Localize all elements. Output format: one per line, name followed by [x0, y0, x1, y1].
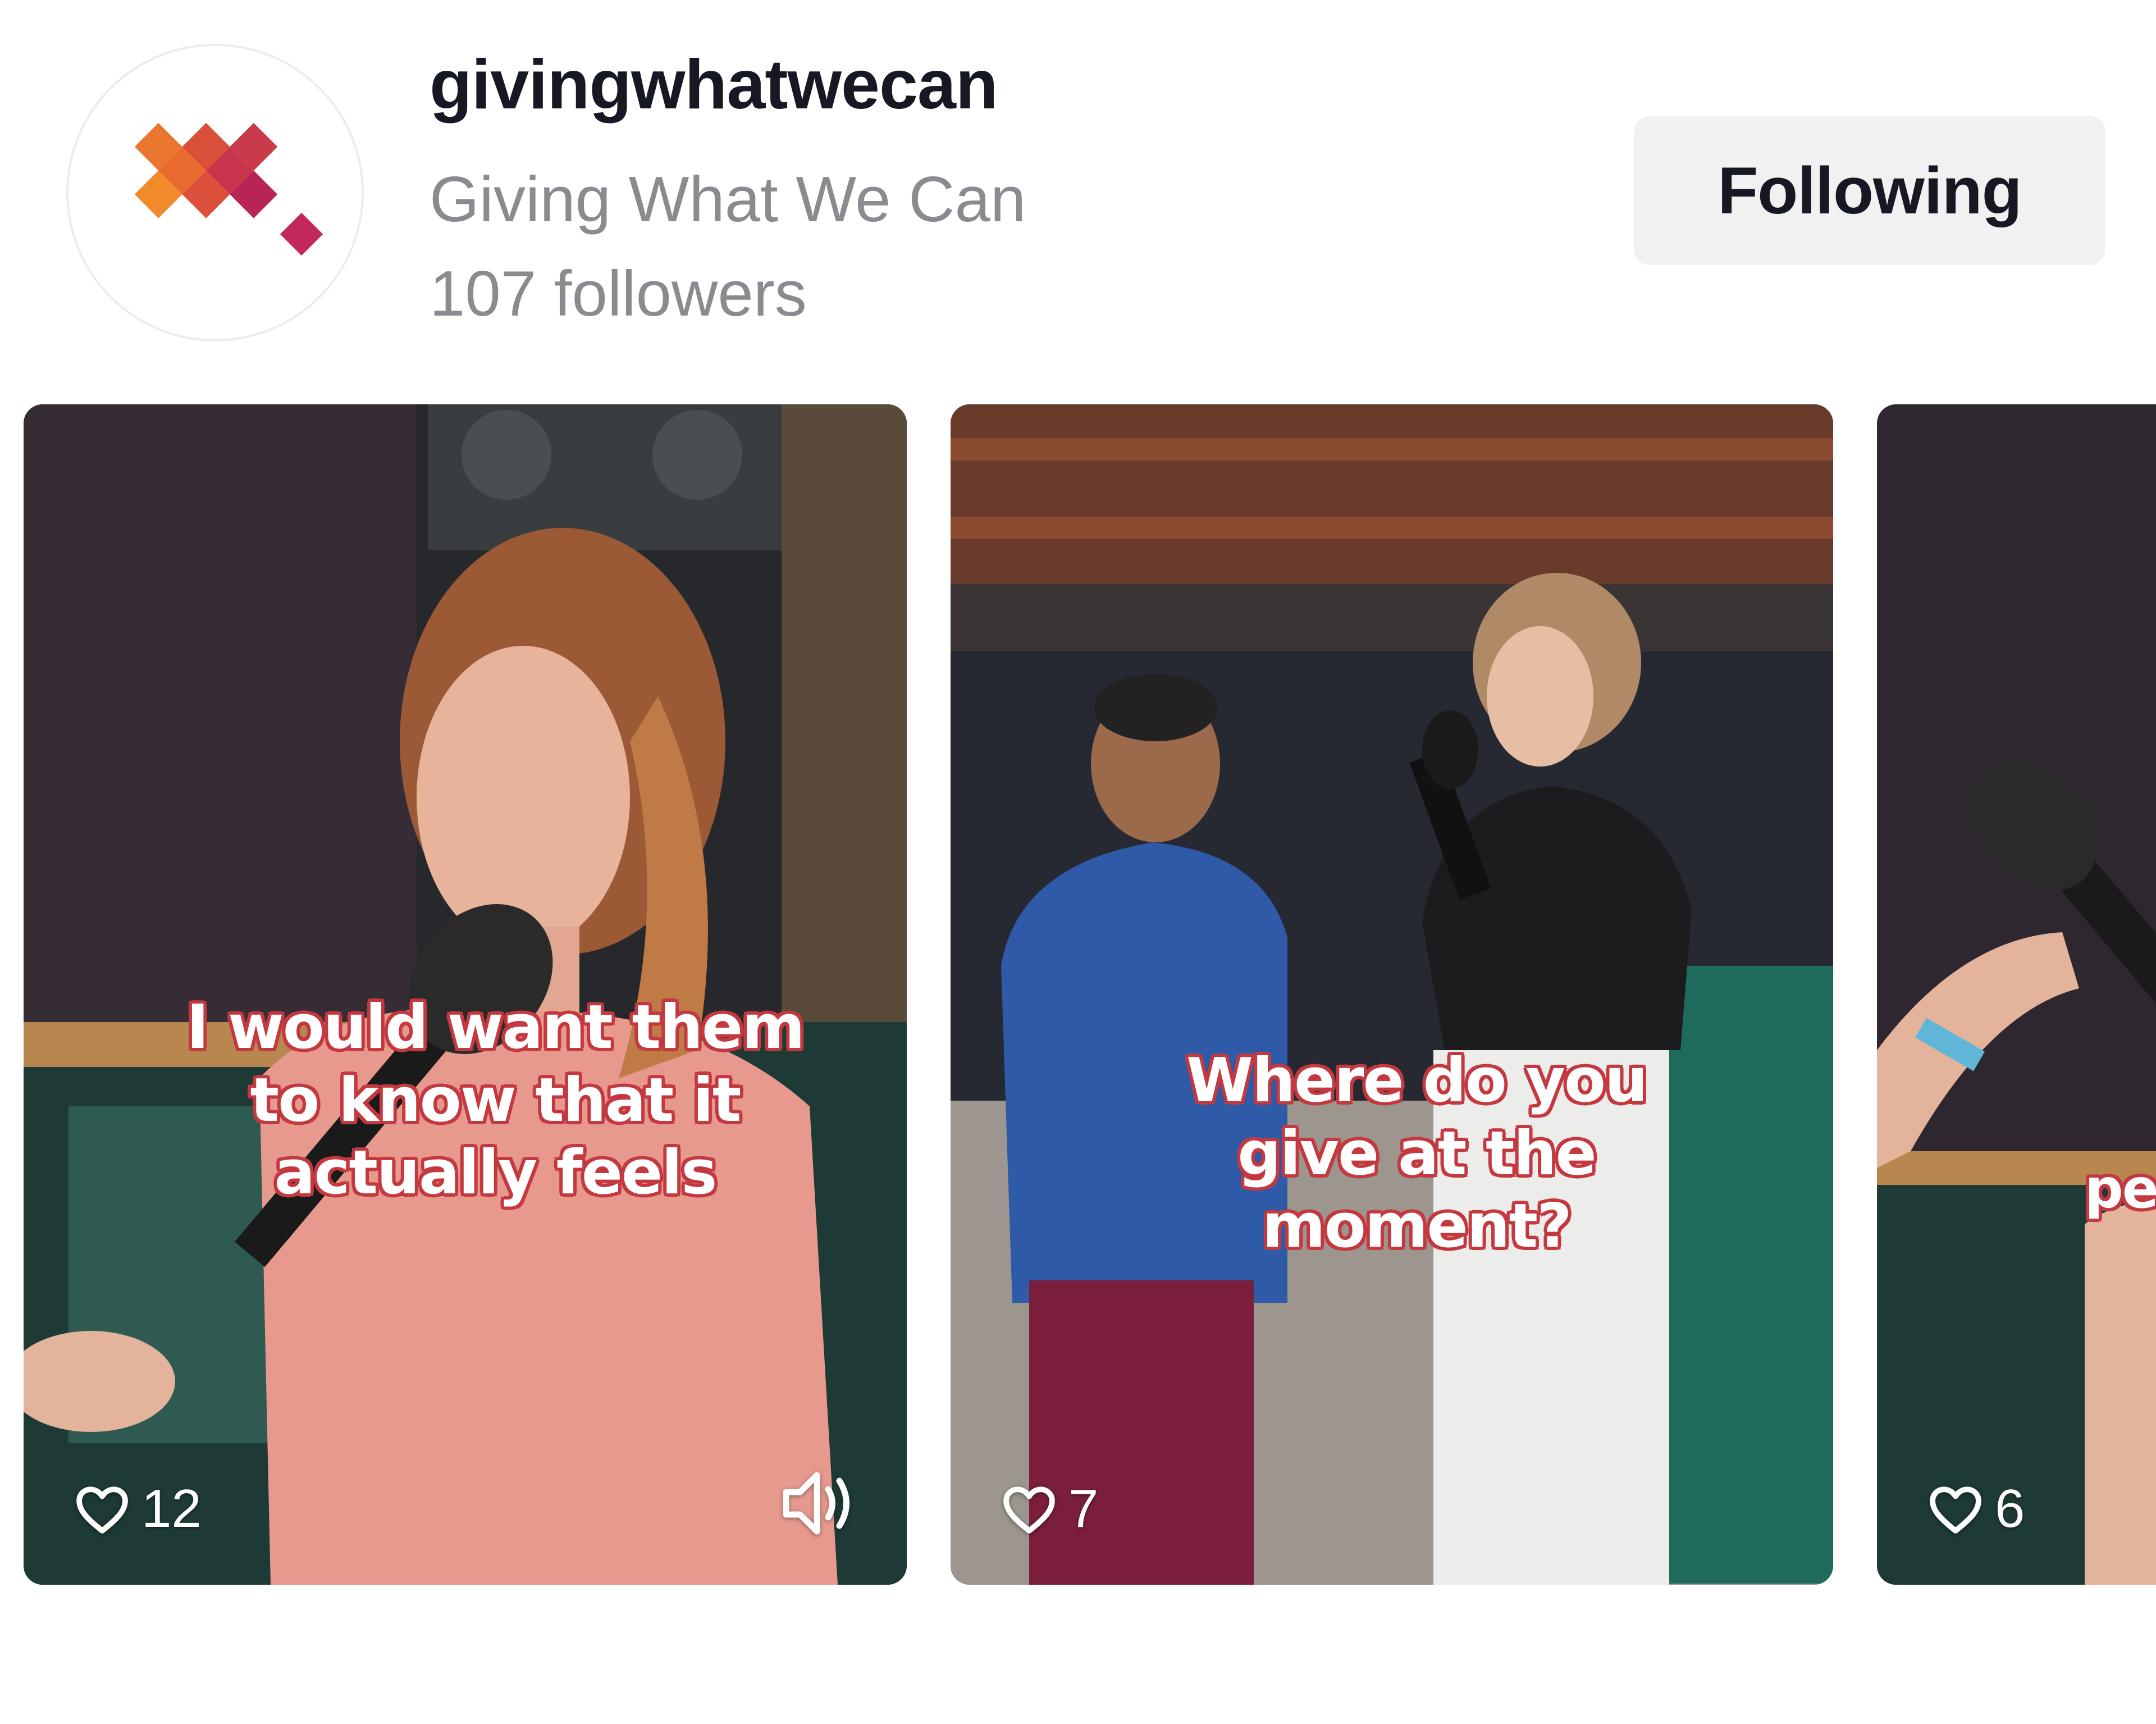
heart-logo-icon [134, 122, 323, 256]
video-card[interactable]: Where do you give at the moment? 7 [951, 404, 1833, 1585]
like-count: 6 [1927, 1478, 2025, 1540]
heart-outline-icon [76, 1486, 128, 1534]
like-count-value: 12 [141, 1479, 202, 1539]
video-card[interactable]: I would want them to know that it actual… [24, 404, 907, 1585]
like-count: 7 [1001, 1478, 1098, 1540]
heart-outline-icon [1003, 1486, 1055, 1534]
username[interactable]: givingwhatwecan [430, 45, 998, 125]
display-name: Giving What We Can [430, 164, 1026, 235]
video-caption: Where do you give at the moment? [1186, 1046, 1648, 1262]
like-count-value: 6 [1995, 1479, 2025, 1539]
like-count: 12 [74, 1478, 202, 1540]
like-count-value: 7 [1068, 1479, 1099, 1539]
speaker-icon[interactable] [778, 1467, 862, 1540]
avatar[interactable] [66, 44, 364, 341]
video-thumbnail [1877, 404, 2156, 1585]
video-caption: pe [2085, 1157, 2156, 1220]
video-card[interactable]: pe 6 [1877, 404, 2156, 1585]
video-caption: I would want them to know that it actual… [186, 992, 805, 1208]
following-button[interactable]: Following [1634, 116, 2105, 265]
follower-count[interactable]: 107 followers [430, 257, 807, 331]
video-thumbnail [951, 404, 1833, 1585]
heart-outline-icon [1930, 1486, 1981, 1534]
